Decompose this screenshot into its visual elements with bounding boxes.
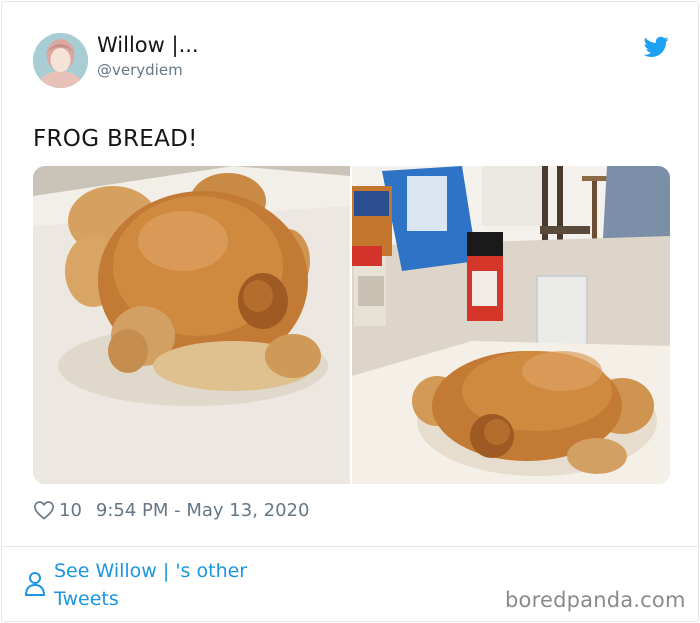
footer-divider (1, 546, 699, 547)
tweet-meta: 10 9:54 PM - May 13, 2020 (33, 496, 309, 524)
avatar[interactable] (33, 33, 88, 88)
author-name[interactable]: Willow |... (97, 33, 199, 57)
like-count[interactable]: 10 (59, 500, 82, 521)
see-more-tweets-link[interactable]: See Willow | 's other Tweets (54, 557, 294, 613)
tweet-photo-1[interactable] (33, 166, 350, 484)
tweet-text: FROG BREAD! (33, 126, 198, 152)
tweet-card: Willow |... @verydiem FROG BREAD! 10 9:5… (1, 1, 699, 622)
person-icon (24, 572, 46, 596)
twitter-bird-icon[interactable] (644, 36, 669, 58)
boredpanda-watermark: boredpanda.com (505, 588, 686, 612)
author-handle[interactable]: @verydiem (97, 61, 183, 79)
tweet-timestamp[interactable]: 9:54 PM - May 13, 2020 (96, 500, 310, 521)
tweet-photo-2[interactable] (352, 166, 670, 484)
heart-icon[interactable] (33, 500, 55, 520)
